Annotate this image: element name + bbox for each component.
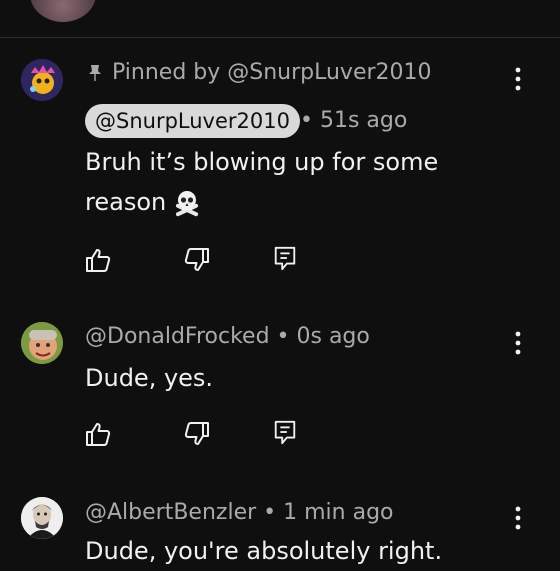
comment-text: Bruh it’s blowing up for some reason bbox=[85, 142, 505, 222]
more-options-icon[interactable] bbox=[508, 66, 528, 92]
comment-text: Dude, you're absolutely right. bbox=[85, 537, 443, 565]
pinned-text: Pinned by @SnurpLuver2010 bbox=[112, 60, 432, 85]
pinned-label: Pinned by @SnurpLuver2010 bbox=[88, 60, 432, 85]
more-options-icon[interactable] bbox=[508, 330, 528, 356]
timestamp: • 0s ago bbox=[269, 324, 370, 349]
timestamp: • 51s ago bbox=[300, 108, 408, 133]
comment-meta: @AlbertBenzler • 1 min ago bbox=[85, 500, 394, 525]
comment-meta: @DonaldFrocked • 0s ago bbox=[85, 324, 370, 349]
dislike-icon[interactable] bbox=[184, 421, 210, 447]
like-icon[interactable] bbox=[85, 421, 111, 447]
author-handle[interactable]: @DonaldFrocked bbox=[85, 324, 270, 349]
dislike-icon[interactable] bbox=[184, 247, 210, 273]
author-chip[interactable]: @SnurpLuver2010 bbox=[85, 104, 300, 138]
avatar[interactable] bbox=[21, 497, 63, 539]
divider bbox=[0, 37, 560, 38]
author-handle[interactable]: @AlbertBenzler bbox=[85, 500, 256, 525]
reply-icon[interactable] bbox=[272, 245, 298, 271]
like-icon[interactable] bbox=[85, 247, 111, 273]
pin-icon bbox=[89, 64, 101, 81]
timestamp: • 1 min ago bbox=[256, 500, 394, 525]
comment-text: Dude, yes. bbox=[85, 364, 214, 392]
avatar[interactable] bbox=[21, 322, 63, 364]
previous-comment-avatar[interactable] bbox=[30, 0, 96, 22]
avatar[interactable] bbox=[21, 59, 63, 101]
reply-icon[interactable] bbox=[272, 419, 298, 445]
more-options-icon[interactable] bbox=[508, 505, 528, 531]
comment-body: Bruh it’s blowing up for some reason bbox=[85, 148, 439, 216]
skull-emoji-icon bbox=[176, 191, 199, 217]
